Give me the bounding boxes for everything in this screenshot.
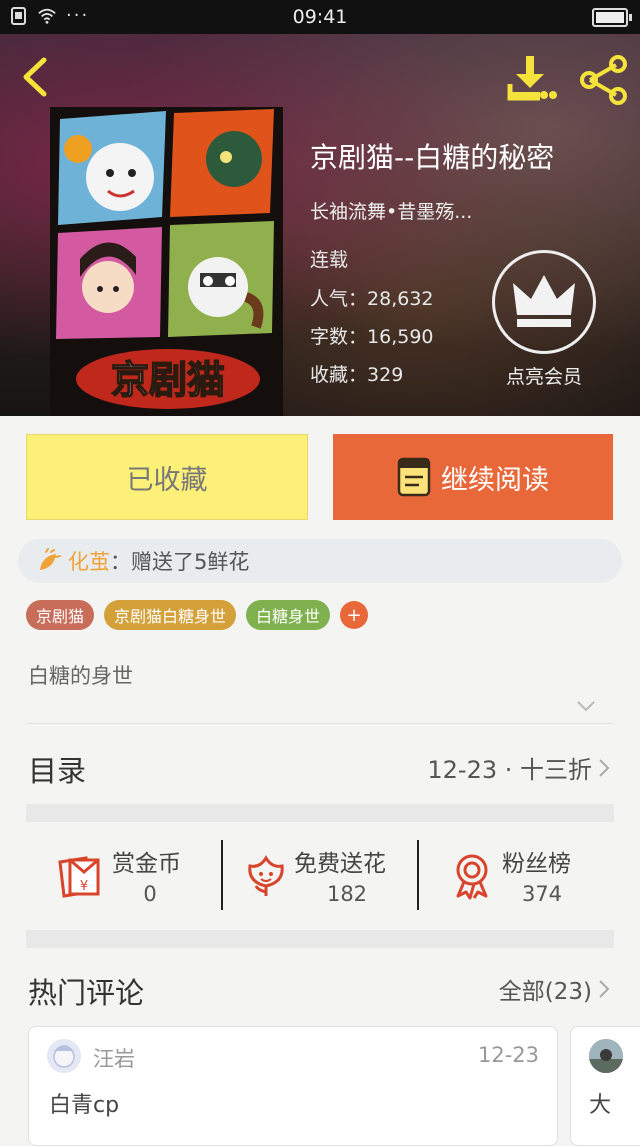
cover-art-image: 京剧猫 xyxy=(50,107,283,416)
book-header: 京剧猫 京剧猫--白糖的秘密 长袖流舞•昔墨殇... 连载 人气：28,632 … xyxy=(0,34,640,416)
comment-card[interactable]: 汪岩 12-23 白青cp xyxy=(28,1026,558,1146)
continue-reading-label: 继续阅读 xyxy=(441,464,549,496)
all-comments-label: 全部(23) xyxy=(498,979,592,1005)
avatar[interactable] xyxy=(589,1039,623,1073)
avatar-image xyxy=(47,1039,81,1073)
tag-item[interactable]: 京剧猫 xyxy=(26,600,95,630)
book-icon xyxy=(397,457,431,497)
back-icon[interactable] xyxy=(16,54,56,100)
add-tag-button[interactable]: + xyxy=(340,601,369,629)
favorited-label: 已收藏 xyxy=(126,464,208,496)
vip-label: 点亮会员 xyxy=(505,366,582,388)
comment-date: 12-23 xyxy=(477,1043,539,1067)
popularity-stat: 人气：28,632 xyxy=(310,284,434,311)
toc-latest[interactable]: 12-23 · 十三折 xyxy=(427,750,610,785)
toc-label[interactable]: 目录 xyxy=(28,748,86,790)
book-title: 京剧猫--白糖的秘密 xyxy=(310,141,555,174)
gift-ticker[interactable]: 化茧 ：赠送了5鲜花 xyxy=(18,539,622,583)
favorites-stat: 收藏：329 xyxy=(310,360,403,387)
comment-card[interactable]: 大 xyxy=(570,1026,640,1146)
avatar-image xyxy=(589,1039,623,1073)
section-divider xyxy=(26,930,614,948)
vip-crown-badge xyxy=(492,250,596,354)
comment-text: 白青cp xyxy=(49,1093,120,1118)
comment-user[interactable]: 汪岩 xyxy=(93,1043,135,1073)
continue-reading-button[interactable]: 继续阅读 xyxy=(333,434,613,520)
words-label: 字数： xyxy=(310,326,368,348)
word-count-stat: 字数：16,590 xyxy=(310,322,434,349)
chevron-right-icon xyxy=(599,980,610,998)
words-value: 16,590 xyxy=(367,326,434,348)
favorited-button[interactable]: 已收藏 xyxy=(26,434,308,520)
popularity-value: 28,632 xyxy=(367,288,434,310)
vip-button[interactable]: 点亮会员 xyxy=(490,250,598,389)
book-author[interactable]: 长袖流舞•昔墨殇... xyxy=(310,197,472,224)
flower-gift-icon xyxy=(40,548,61,570)
reward-label: 赏金币 xyxy=(112,851,181,877)
reward-value: 182 xyxy=(326,882,368,906)
reward-value: 0 xyxy=(143,882,157,906)
reward-flowers[interactable]: 免费送花 182 xyxy=(242,840,412,912)
status-time: 09:41 xyxy=(292,6,348,28)
hot-comments-title: 热门评论 xyxy=(28,976,145,1010)
svg-text:¥: ¥ xyxy=(80,879,88,894)
red-envelope-icon: ¥ xyxy=(58,856,100,898)
all-comments-link[interactable]: 全部(23) xyxy=(499,972,610,1006)
reward-value: 374 xyxy=(521,882,563,906)
reward-coins[interactable]: ¥ 赏金币 0 xyxy=(56,840,216,912)
tag-item[interactable]: 白糖身世 xyxy=(246,600,331,630)
book-description: 白糖的身世 xyxy=(28,664,133,688)
tag-list: 京剧猫 京剧猫白糖身世 白糖身世 + xyxy=(26,600,369,630)
section-divider xyxy=(26,804,614,822)
tag-item[interactable]: 京剧猫白糖身世 xyxy=(104,600,237,630)
favorites-label: 收藏： xyxy=(310,364,368,386)
status-bar: ··· 09:41 xyxy=(0,0,640,34)
crown-icon xyxy=(513,275,575,327)
reward-label: 粉丝榜 xyxy=(502,851,571,877)
serial-status: 连载 xyxy=(310,249,349,271)
cover-logo-text: 京剧猫 xyxy=(111,357,225,402)
divider xyxy=(221,840,223,910)
comment-text: 大 xyxy=(589,1093,612,1118)
toc-info: 12-23 · 十三折 xyxy=(427,756,592,784)
reward-fans[interactable]: 粉丝榜 374 xyxy=(450,840,590,912)
medal-icon xyxy=(456,854,488,900)
gift-message: ：赠送了5鲜花 xyxy=(110,550,250,574)
share-icon[interactable] xyxy=(578,54,630,106)
reward-label: 免费送花 xyxy=(294,851,386,877)
popularity-label: 人气： xyxy=(310,288,368,310)
download-icon[interactable] xyxy=(506,54,558,102)
book-cover[interactable]: 京剧猫 xyxy=(50,107,283,416)
divider xyxy=(26,723,614,724)
chevron-right-icon xyxy=(599,758,610,777)
divider xyxy=(417,840,419,910)
battery-icon xyxy=(592,8,632,27)
favorites-value: 329 xyxy=(367,364,404,386)
gift-user[interactable]: 化茧 xyxy=(68,546,110,576)
flower-icon xyxy=(248,855,284,896)
avatar[interactable] xyxy=(47,1039,81,1073)
expand-chevron-icon[interactable] xyxy=(574,698,598,714)
